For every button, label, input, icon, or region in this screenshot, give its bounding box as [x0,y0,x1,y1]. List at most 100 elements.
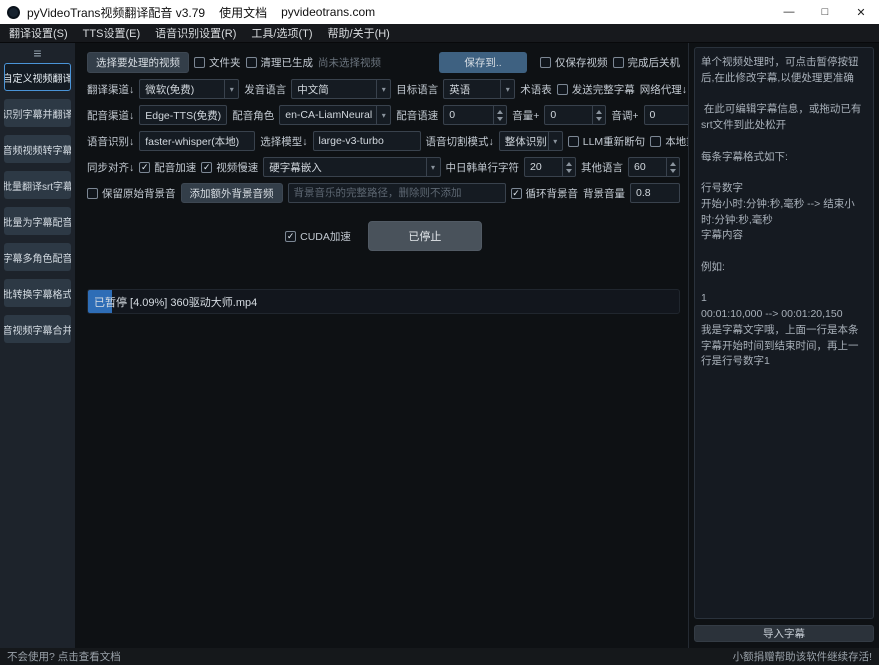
spinner-arrows-icon[interactable] [592,106,605,124]
spinner-arrows-icon[interactable] [493,106,506,124]
chevron-down-icon: ▾ [426,158,440,176]
import-subtitle-button[interactable]: 导入字幕 [694,625,874,642]
split-mode-select[interactable]: 整体识别 ▾ [499,131,563,151]
checkbox-label: LLM重新断句 [583,134,645,149]
pitch-spinner[interactable]: 0 [644,105,688,125]
video-slowdown-checkbox[interactable]: 视频慢速 [201,160,258,175]
menu-translate-settings[interactable]: 翻译设置(S) [9,25,68,41]
bgm-volume-input[interactable] [630,183,680,203]
checkbox-box [285,231,296,242]
save-to-button[interactable]: 保存到.. [439,52,527,73]
keep-original-bgm-checkbox[interactable]: 保留原始背景音 [87,186,176,201]
source-language-select[interactable]: 中文简 ▾ [291,79,391,99]
speech-recognition-label: 语音识别↓ [87,134,134,149]
menu-help-about[interactable]: 帮助/关于(H) [328,25,390,41]
local-resegment-checkbox[interactable]: 本地重新断句 [650,134,688,149]
task-progress-bar[interactable]: 已暂停 [4.09%] 360驱动大师.mp4 [87,289,680,314]
dubbing-speed-spinner[interactable]: 0 [443,105,507,125]
combo-value: 硬字幕嵌入 [264,160,425,175]
menu-tts-settings[interactable]: TTS设置(E) [83,25,140,41]
source-language-label: 发音语言 [244,82,286,97]
select-video-row: 选择要处理的视频 文件夹 清理已生成 尚未选择视频 保存到.. 仅保存视频 [87,52,680,73]
cjk-line-chars-spinner[interactable]: 20 [524,157,576,177]
sidebar-item-merge-av-subtitle[interactable]: 音视频字幕合并 [4,315,71,343]
model-label: 选择模型↓ [260,134,307,149]
sidebar-item-recognize-and-translate[interactable]: 识别字幕并翻译 [4,99,71,127]
other-language-spinner[interactable]: 60 [628,157,680,177]
hamburger-icon[interactable]: ≡ [33,47,41,59]
subtitle-editor[interactable]: 单个视频处理时，可点击暂停按钮后,在此修改字幕,以便处理更准确 在此可编辑字幕信… [694,47,874,619]
checkbox-label: 仅保存视频 [555,55,608,70]
stop-button[interactable]: 已停止 [368,221,482,251]
spinner-arrows-icon[interactable] [562,158,575,176]
combo-value: large-v3-turbo [314,135,420,147]
spinner-value: 0 [545,106,592,124]
sidebar-item-custom-video-translate[interactable]: 自定义视频翻译 [4,63,71,91]
dub-speedup-checkbox[interactable]: 配音加速 [139,160,196,175]
select-video-button[interactable]: 选择要处理的视频 [87,52,189,73]
dubbing-role-select[interactable]: en-CA-LiamNeural ▾ [279,105,391,125]
translate-channel-row: 翻译渠道↓ 微软(免费) ▾ 发音语言 中文简 ▾ 目标语言 英语 ▾ 术语表 [87,79,680,99]
spinner-value: 60 [629,158,666,176]
bgm-path-input[interactable] [288,183,506,203]
checkbox-box [568,136,579,147]
checkbox-box [201,162,212,173]
checkbox-box [246,57,257,68]
save-video-only-checkbox[interactable]: 仅保存视频 [540,55,608,70]
chevron-down-icon: ▾ [376,106,390,124]
combo-value: 英语 [444,82,500,97]
speech-recognition-row: 语音识别↓ faster-whisper(本地) 选择模型↓ large-v3-… [87,131,680,151]
spinner-value: 0 [645,106,688,124]
subtitle-embed-select[interactable]: 硬字幕嵌入 ▾ [263,157,440,177]
checkbox-box [613,57,624,68]
help-doc-link[interactable]: 不会使用? 点击查看文档 [7,649,121,664]
site-link: pyvideotrans.com [281,5,375,19]
chevron-down-icon: ▾ [224,80,238,98]
network-proxy-label: 网络代理↓ [640,82,687,97]
pitch-label: 音调+ [611,108,638,123]
minimize-button[interactable]: — [771,0,807,24]
checkbox-label: 本地重新断句 [665,134,688,149]
checkbox-label: 完成后关机 [628,55,681,70]
checkbox-label: 循环背景音 [526,186,579,201]
spinner-arrows-icon[interactable] [666,158,679,176]
target-language-select[interactable]: 英语 ▾ [443,79,515,99]
menu-tools-options[interactable]: 工具/选项(T) [251,25,312,41]
sidebar-item-batch-dub-subtitle[interactable]: 批量为字幕配音 [4,207,71,235]
translate-channel-select[interactable]: 微软(免费) ▾ [139,79,239,99]
shutdown-after-checkbox[interactable]: 完成后关机 [613,55,681,70]
llm-resegment-checkbox[interactable]: LLM重新断句 [568,134,645,149]
no-video-status: 尚未选择视频 [318,55,381,70]
translate-channel-label: 翻译渠道↓ [87,82,134,97]
checkbox-label: 清理已生成 [261,55,314,70]
center-panel: 选择要处理的视频 文件夹 清理已生成 尚未选择视频 保存到.. 仅保存视频 [75,43,688,648]
split-mode-label: 语音切割模式↓ [426,134,494,149]
recognition-engine-select[interactable]: faster-whisper(本地) [139,131,255,151]
folder-checkbox[interactable]: 文件夹 [194,55,241,70]
model-select[interactable]: large-v3-turbo [313,131,421,151]
dubbing-channel-select[interactable]: Edge-TTS(免费) [139,105,227,125]
other-language-label: 其他语言 [581,160,623,175]
combo-value: 整体识别 [500,134,548,149]
checkbox-label: 保留原始背景音 [102,186,176,201]
maximize-button[interactable]: □ [807,0,843,24]
volume-spinner[interactable]: 0 [544,105,606,125]
dubbing-role-label: 配音角色 [232,108,274,123]
main-content: ≡ 自定义视频翻译 识别字幕并翻译 音频视频转字幕 批量翻译srt字幕 批量为字… [0,43,879,648]
add-extra-bgm-button[interactable]: 添加额外背景音频 [181,183,283,203]
loop-bgm-checkbox[interactable]: 循环背景音 [511,186,579,201]
cuda-checkbox[interactable]: CUDA加速 [285,229,351,244]
sidebar-item-audio-video-to-subtitle[interactable]: 音频视频转字幕 [4,135,71,163]
glossary-label[interactable]: 术语表 [520,82,552,97]
sidebar-item-batch-translate-srt[interactable]: 批量翻译srt字幕 [4,171,71,199]
sidebar-item-multirole-dub[interactable]: 字幕多角色配音 [4,243,71,271]
donate-link[interactable]: 小额捐赠帮助该软件继续存活! [733,649,872,664]
menu-speech-recognition-settings[interactable]: 语音识别设置(R) [155,25,236,41]
send-full-subtitle-checkbox[interactable]: 发送完整字幕 [557,82,635,97]
clear-generated-checkbox[interactable]: 清理已生成 [246,55,314,70]
window-title: pyVideoTrans视频翻译配音 v3.79 [27,4,205,21]
chevron-down-icon: ▾ [548,132,562,150]
sidebar-item-batch-convert-format[interactable]: 批转换字幕格式 [4,279,71,307]
dubbing-row: 配音渠道↓ Edge-TTS(免费) 配音角色 en-CA-LiamNeural… [87,105,680,125]
close-button[interactable]: ✕ [843,0,879,24]
